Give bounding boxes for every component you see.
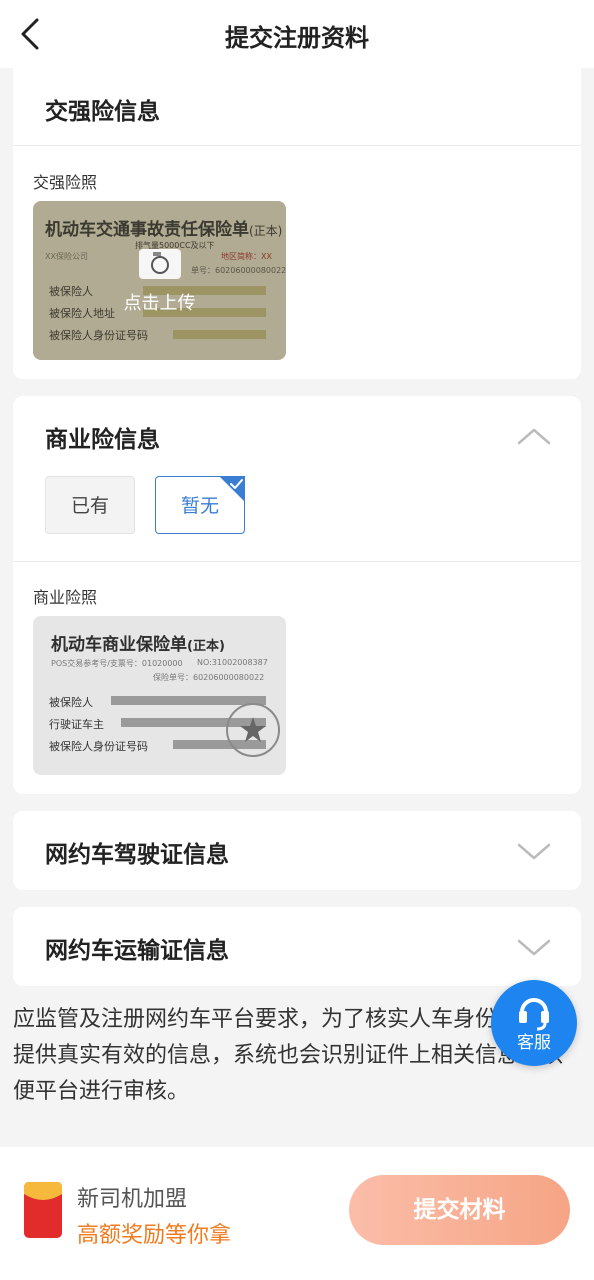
check-icon: [219, 476, 245, 502]
chevron-down-icon[interactable]: [517, 938, 551, 958]
driver-license-card[interactable]: 网约车驾驶证信息: [13, 811, 581, 890]
customer-service-button[interactable]: 客服: [491, 980, 577, 1066]
promo-title: 新司机加盟: [77, 1187, 188, 1212]
top-bar: 提交注册资料: [0, 0, 594, 68]
compulsory-photo-upload[interactable]: 机动车交通事故责任保险单(正本) 排气量5000CC及以下 XX保险公司 地区简…: [33, 201, 286, 360]
divider: [13, 145, 581, 146]
doc-no: NO:31002008387: [197, 658, 268, 667]
compulsory-insurance-card: 交强险信息 交强险照 机动车交通事故责任保险单(正本) 排气量5000CC及以下…: [13, 68, 581, 379]
doc-row: 被保险人: [49, 696, 93, 709]
commercial-insurance-title: 商业险信息: [45, 427, 160, 453]
doc-title: 机动车交通事故责任保险单(正本): [45, 220, 283, 240]
upload-hint: 点击上传: [123, 293, 196, 314]
compulsory-insurance-title: 交强险信息: [45, 99, 160, 125]
driver-license-title: 网约车驾驶证信息: [45, 842, 229, 868]
submit-button[interactable]: 提交材料: [349, 1175, 570, 1245]
chevron-down-icon[interactable]: [517, 842, 551, 862]
doc-row: 被保险人身份证号码: [49, 329, 148, 342]
red-envelope-icon: [24, 1182, 62, 1238]
transport-license-card[interactable]: 网约车运输证信息: [13, 907, 581, 986]
doc-policy-no: 单号：60206000080022: [191, 266, 286, 275]
commercial-insurance-card: 商业险信息 已有 暂无 商业险照 机动车商业保险单(正本) POS交易参考号/支…: [13, 396, 581, 794]
divider: [13, 561, 581, 562]
commercial-photo-label: 商业险照: [33, 588, 98, 607]
bottom-bar: 新司机加盟 高额奖励等你拿 提交材料: [0, 1147, 594, 1280]
promo-subtitle[interactable]: 高额奖励等你拿: [77, 1217, 231, 1249]
transport-license-title: 网约车运输证信息: [45, 938, 229, 964]
doc-row: 被保险人身份证号码: [49, 740, 148, 753]
option-none[interactable]: 暂无: [155, 476, 245, 534]
camera-icon[interactable]: [139, 249, 181, 279]
compulsory-photo-label: 交强险照: [33, 173, 98, 192]
headset-icon: [519, 998, 549, 1031]
commercial-photo-upload[interactable]: 机动车商业保险单(正本) POS交易参考号/支票号：01020000 NO:31…: [33, 616, 286, 775]
chevron-up-icon[interactable]: [517, 426, 551, 446]
doc-company: XX保险公司: [45, 252, 88, 261]
customer-service-label: 客服: [517, 1033, 551, 1053]
seal-stamp: [226, 703, 280, 757]
doc-policy-no: 保险单号：60206000080022: [153, 673, 265, 682]
option-have[interactable]: 已有: [45, 476, 135, 534]
page-title: 提交注册资料: [225, 24, 369, 52]
doc-bar: [173, 330, 266, 339]
doc-title: 机动车商业保险单(正本): [51, 635, 225, 655]
doc-region: 地区简称：XX: [221, 252, 272, 261]
doc-row: 行驶证车主: [49, 718, 104, 731]
option-none-label: 暂无: [180, 495, 219, 517]
doc-pos-ref: POS交易参考号/支票号：01020000: [51, 659, 183, 668]
